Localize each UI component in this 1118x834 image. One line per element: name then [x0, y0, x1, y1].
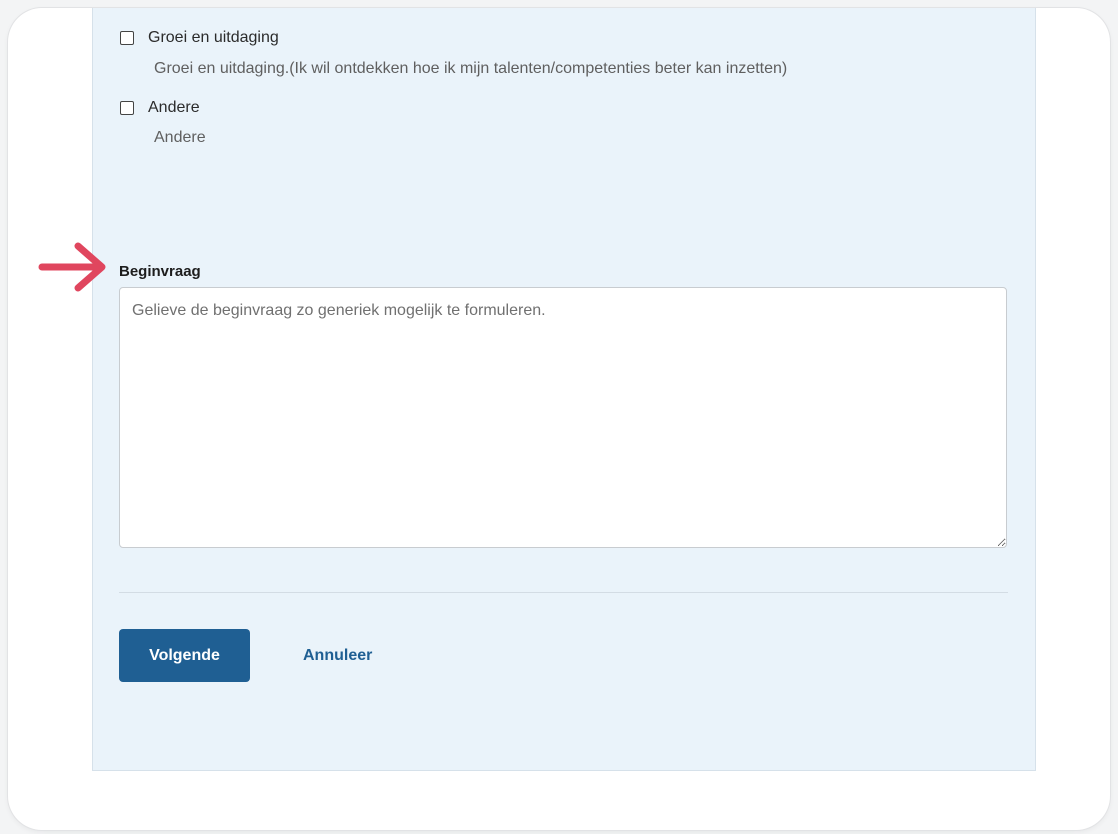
screenshot-frame: Groei en uitdaging Groei en uitdaging.(I…: [8, 8, 1110, 830]
beginvraag-textarea[interactable]: [119, 287, 1007, 548]
option-andere-description: Andere: [154, 129, 206, 146]
option-groei-row[interactable]: Groei en uitdaging: [120, 29, 279, 47]
divider: [119, 592, 1008, 593]
arrow-right-icon: [38, 242, 106, 292]
option-groei-label: Groei en uitdaging: [148, 29, 279, 46]
option-andere-label: Andere: [148, 99, 200, 116]
beginvraag-label: Beginvraag: [119, 263, 201, 280]
cancel-link[interactable]: Annuleer: [303, 647, 372, 665]
option-andere-row[interactable]: Andere: [120, 99, 200, 117]
checkbox-groei[interactable]: [120, 31, 134, 45]
next-button[interactable]: Volgende: [119, 629, 250, 682]
option-groei-description: Groei en uitdaging.(Ik wil ontdekken hoe…: [154, 60, 788, 77]
checkbox-andere[interactable]: [120, 101, 134, 115]
